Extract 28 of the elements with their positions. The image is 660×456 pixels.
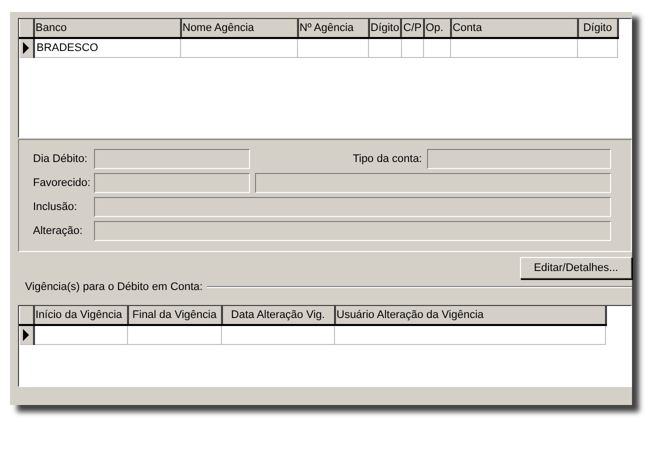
- column-header[interactable]: Nome Agência: [180, 19, 298, 38]
- edit-details-button[interactable]: Editar/Detalhes...: [520, 257, 632, 279]
- data-grid[interactable]: Banco Nome Agência Nº Agência Dígito C/P Op. Conta Dígito BRADESCO: [18, 18, 632, 138]
- column-header[interactable]: Banco: [34, 19, 180, 38]
- input-field[interactable]: [94, 221, 611, 241]
- column-header[interactable]: Usuário Alteração da Vigência: [334, 306, 606, 325]
- column-header[interactable]: Op.: [424, 19, 451, 38]
- column-header[interactable]: Dígito: [368, 19, 402, 38]
- input-field[interactable]: [94, 149, 250, 169]
- group-title: Vigência(s) para o Débito em Conta:: [25, 281, 203, 293]
- column-header[interactable]: Data Alteração Vig.: [222, 306, 334, 325]
- column-header[interactable]: C/P: [401, 19, 424, 38]
- column-header[interactable]: Conta: [450, 19, 578, 38]
- field-label: Favorecido:: [33, 177, 92, 189]
- input-field[interactable]: [94, 173, 250, 193]
- data-grid[interactable]: Início da Vigência Final da Vigência Data Alteração Vig. Usuário Alteração da Vigência: [18, 305, 632, 387]
- input-field[interactable]: [94, 197, 611, 217]
- column-header[interactable]: Dígito: [578, 19, 618, 38]
- column-header[interactable]: Nº Agência: [298, 19, 368, 38]
- input-field[interactable]: [255, 173, 611, 193]
- table-cell: BRADESCO: [36, 42, 98, 54]
- field-label: Inclusão:: [33, 201, 78, 213]
- field-label: Dia Débito:: [33, 153, 88, 165]
- field-label: Tipo da conta:: [352, 153, 422, 165]
- column-header[interactable]: Início da Vigência: [34, 306, 128, 325]
- input-field[interactable]: [427, 149, 611, 169]
- field-label: Alteração:: [33, 225, 84, 237]
- column-header[interactable]: Final da Vigência: [128, 306, 222, 325]
